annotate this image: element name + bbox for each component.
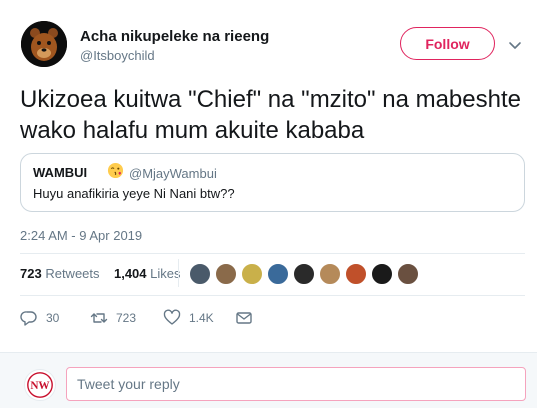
like-button[interactable]: 1.4K <box>163 308 214 328</box>
divider <box>20 295 525 296</box>
retweet-button[interactable]: 723 <box>90 308 136 328</box>
retweet-icon <box>90 313 108 323</box>
reply-button[interactable]: 30 <box>20 308 59 328</box>
liker-avatar-8[interactable] <box>370 262 394 286</box>
bear-avatar-icon[interactable] <box>21 21 67 67</box>
retweet-count: 723 <box>116 311 137 325</box>
tweet-stats: 723 Retweets 1,404 Likes <box>20 266 181 281</box>
tweet-timestamp[interactable]: 2:24 AM - 9 Apr 2019 <box>20 228 142 243</box>
liker-avatar-5[interactable] <box>292 262 316 286</box>
reply-icon <box>20 311 37 326</box>
chevron-down-icon[interactable] <box>508 38 522 52</box>
quoted-author-name: WAMBUI <box>33 165 88 180</box>
liker-avatar-1[interactable] <box>188 262 212 286</box>
author-handle[interactable]: @Itsboychild <box>80 48 155 63</box>
kissing-face-emoji-icon <box>107 162 124 179</box>
liker-avatar-4[interactable] <box>266 262 290 286</box>
nw-logo-icon: NW <box>26 371 54 399</box>
liker-avatar-7[interactable] <box>344 262 368 286</box>
retweets-label[interactable]: Retweets <box>45 266 99 281</box>
tweet-card: Acha nikupeleke na rieeng @Itsboychild F… <box>0 0 537 350</box>
direct-message-button[interactable] <box>235 308 253 328</box>
heart-icon <box>163 309 181 325</box>
like-count: 1.4K <box>189 311 214 325</box>
likes-count[interactable]: 1,404 <box>114 266 147 281</box>
liker-avatar-9[interactable] <box>396 262 420 286</box>
reply-input[interactable] <box>66 367 526 401</box>
stats-divider <box>178 259 179 287</box>
reply-count: 30 <box>46 311 60 325</box>
avatar-initials: NW <box>30 380 50 392</box>
liker-avatar-6[interactable] <box>318 262 342 286</box>
liker-avatar-2[interactable] <box>214 262 238 286</box>
quoted-tweet-text: Huyu anafikiria yeye Ni Nani btw?? <box>33 186 235 201</box>
follow-button[interactable]: Follow <box>400 27 495 60</box>
user-avatar[interactable]: NW <box>24 369 56 401</box>
envelope-icon <box>236 312 252 324</box>
liker-avatar-3[interactable] <box>240 262 264 286</box>
quoted-author-handle: @MjayWambui <box>129 166 217 181</box>
author-display-name[interactable]: Acha nikupeleke na rieeng <box>80 28 269 45</box>
tweet-text: Ukizoea kuitwa "Chief" na "mzito" na mab… <box>20 86 521 144</box>
reply-bar: NW <box>0 352 537 408</box>
quoted-tweet[interactable]: WAMBUI @MjayWambui Huyu anafikiria yeye … <box>20 153 525 212</box>
divider <box>20 253 525 254</box>
retweets-count[interactable]: 723 <box>20 266 42 281</box>
likes-label[interactable]: Likes <box>150 266 180 281</box>
